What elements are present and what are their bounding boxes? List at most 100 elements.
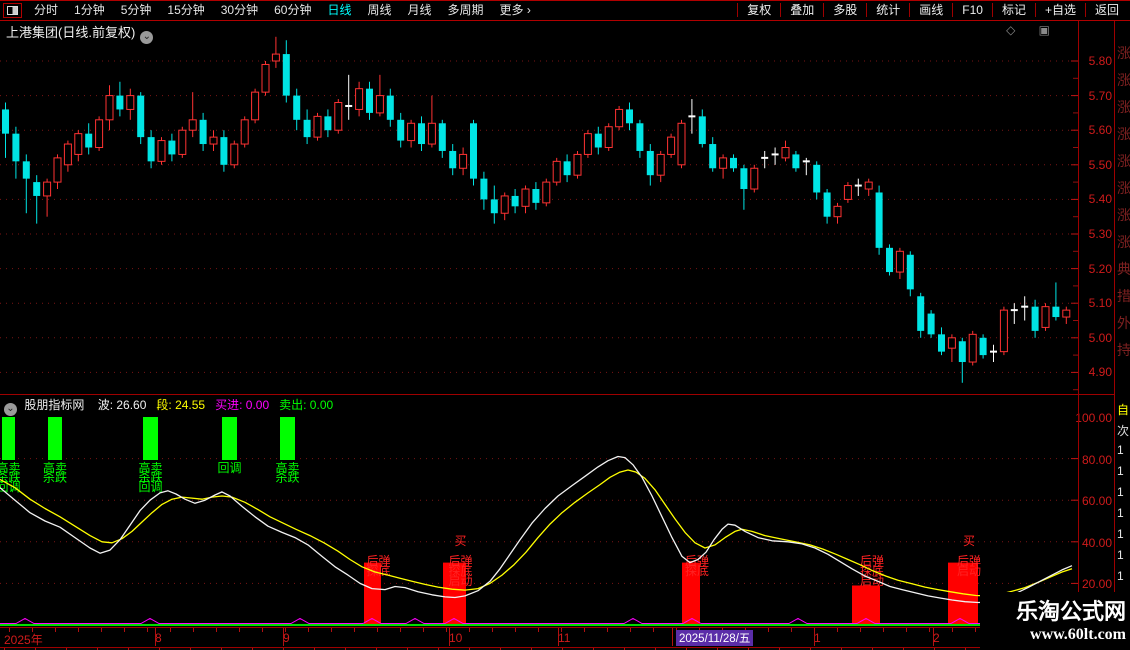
right-edge-strip: 涨涨涨涨涨涨涨涨典措外持自次11111111	[1115, 21, 1130, 650]
price-label: 4.90	[1088, 365, 1112, 380]
month-label: 8	[155, 631, 162, 645]
sell-signal-bar	[222, 417, 237, 460]
selected-date-label: 2025/11/28/五	[676, 630, 754, 646]
indicator-label: 40.00	[1081, 535, 1112, 550]
strip-glyph: 次	[1117, 424, 1130, 438]
price-axis: 5.80 5.70 5.60 5.50 5.40 5.30 5.20 5.10 5.00 4.90	[1080, 36, 1114, 393]
toolbar-button-2[interactable]: 多股	[823, 3, 866, 17]
tab-period-8[interactable]: 月线	[400, 3, 440, 17]
indicator-param-3: 卖出: 0.00	[279, 398, 334, 412]
month-label: 10	[449, 631, 463, 645]
indicator-param-1: 段: 24.55	[156, 398, 206, 412]
indicator-param-0: 波: 26.60	[97, 398, 147, 412]
indicator-label: 20.00	[1081, 577, 1112, 592]
buy-signal-bar	[852, 585, 880, 625]
strip-glyph: 典	[1117, 261, 1130, 277]
candlestick-chart[interactable]	[0, 36, 1078, 393]
price-label: 5.30	[1088, 227, 1112, 241]
corner-icons[interactable]: ◇ ▣	[1006, 23, 1060, 37]
watermark: 乐淘公式网 www.60lt.com	[980, 592, 1130, 650]
strip-glyph: 涨	[1117, 99, 1130, 115]
strip-glyph: 1	[1117, 527, 1124, 541]
month-label: 9	[283, 631, 290, 645]
price-label: 5.50	[1088, 157, 1112, 172]
toolbar-button-0[interactable]: 复权	[737, 3, 780, 17]
indicator-label: 80.00	[1081, 452, 1112, 467]
sell-signal-bar	[2, 417, 15, 460]
price-label: 5.80	[1088, 54, 1112, 68]
strip-glyph: 涨	[1117, 126, 1130, 142]
indicator-param-2: 买进: 0.00	[215, 398, 270, 412]
sell-signal-label: 回调	[0, 480, 21, 494]
rebound-label: 启动	[860, 574, 884, 588]
month-label: 2	[933, 631, 940, 645]
period-tabs: 分时 1分钟 5分钟 15分钟 30分钟 60分钟 日线 周线 月线 多周期 更多 ›	[26, 1, 539, 19]
month-label: 1	[814, 631, 821, 645]
sell-signal-bar	[48, 417, 62, 460]
rebound-label: 启动	[448, 574, 472, 588]
price-label: 5.10	[1088, 296, 1112, 311]
indicator-label: 60.00	[1081, 494, 1112, 509]
price-label: 5.00	[1088, 330, 1112, 345]
rebound-label: 启动	[957, 564, 981, 578]
price-label: 5.70	[1088, 88, 1112, 103]
chevron-down-icon[interactable]: ⌄	[4, 403, 17, 416]
tab-period-2[interactable]: 5分钟	[113, 3, 160, 17]
strip-glyph: 自	[1117, 403, 1130, 417]
toolbar-button-6[interactable]: 标记	[991, 3, 1035, 17]
tab-period-3[interactable]: 15分钟	[159, 3, 212, 17]
toolbar-button-8[interactable]: 返回	[1084, 3, 1128, 17]
indicator-chart[interactable]: 高卖杀跌回调高卖杀跌高卖杀跌回调回调 高卖杀跌后弹探底买后弹探底启动后弹探底后弹探…	[0, 417, 1078, 627]
strip-glyph: 1	[1117, 443, 1124, 457]
window-icon[interactable]	[3, 2, 22, 18]
watermark-site-name: 乐淘公式网	[1015, 599, 1126, 624]
tab-period-7[interactable]: 周线	[359, 3, 399, 17]
toolbar-button-3[interactable]: 统计	[866, 3, 909, 17]
price-label: 5.60	[1088, 123, 1112, 138]
strip-glyph: 涨	[1117, 72, 1130, 88]
buy-text: 买	[454, 534, 466, 548]
price-label: 5.20	[1088, 261, 1112, 276]
indicator-header: ⌄ 股朋指标网 波: 26.60 段: 24.55 买进: 0.00 卖出: 0.00	[0, 396, 1078, 416]
sell-signal-bar	[280, 417, 295, 460]
strip-glyph: 涨	[1117, 207, 1130, 223]
strip-glyph: 涨	[1117, 153, 1130, 169]
tab-period-1[interactable]: 1分钟	[66, 3, 113, 17]
watermark-url: www.60lt.com	[1030, 626, 1126, 643]
period-toolbar: 分时 1分钟 5分钟 15分钟 30分钟 60分钟 日线 周线 月线 多周期 更多 › 复权 叠加 多股…	[0, 0, 1130, 20]
tab-period-0[interactable]: 分时	[26, 3, 66, 17]
month-label: 2025年	[4, 633, 43, 647]
strip-glyph: 涨	[1117, 45, 1130, 61]
tab-period-9[interactable]: 多周期	[440, 3, 492, 17]
tab-period-5[interactable]: 60分钟	[266, 3, 319, 17]
sell-signal-label: 回调	[138, 480, 162, 494]
sell-signal-label: 回调	[217, 461, 241, 475]
toolbar-actions: 复权 叠加 多股 统计 画线 F10 标记 +自选 返回	[737, 0, 1128, 20]
strip-glyph: 1	[1117, 548, 1124, 562]
strip-glyph: 1	[1117, 464, 1124, 478]
sell-signal-label: 杀跌	[275, 470, 299, 485]
date-axis[interactable]: 2025年 8 9 10 11 2025/11/28/五 1 2	[0, 628, 1078, 648]
toolbar-button-5[interactable]: F10	[952, 3, 992, 17]
strip-glyph: 措	[1117, 288, 1130, 304]
toolbar-button-4[interactable]: 画线	[909, 3, 952, 17]
indicator-name[interactable]: 股朋指标网	[24, 398, 84, 412]
strip-glyph: 1	[1117, 569, 1124, 583]
tab-period-4[interactable]: 30分钟	[213, 3, 266, 17]
tab-period-10[interactable]: 更多 ›	[492, 3, 539, 17]
rebound-label: 探底	[685, 563, 709, 578]
strip-glyph: 1	[1117, 506, 1124, 520]
month-label: 11	[558, 631, 571, 645]
toolbar-button-1[interactable]: 叠加	[780, 3, 823, 17]
buy-text: 买	[963, 534, 975, 548]
sell-signal-label: 杀跌	[43, 470, 67, 485]
strip-glyph: 持	[1117, 342, 1130, 358]
tab-period-6[interactable]: 日线	[319, 3, 359, 17]
strip-glyph: 1	[1117, 485, 1124, 499]
price-label: 5.40	[1088, 192, 1112, 207]
strip-glyph: 涨	[1117, 180, 1130, 196]
toolbar-button-7[interactable]: +自选	[1034, 3, 1085, 17]
indicator-values: 波: 26.60 段: 24.55 买进: 0.00 卖出: 0.00	[90, 398, 335, 412]
strip-glyph: 外	[1117, 315, 1130, 331]
trading-app-window: 分时 1分钟 5分钟 15分钟 30分钟 60分钟 日线 周线 月线 多周期 更多 › 复权 叠加 多股…	[0, 0, 1130, 650]
